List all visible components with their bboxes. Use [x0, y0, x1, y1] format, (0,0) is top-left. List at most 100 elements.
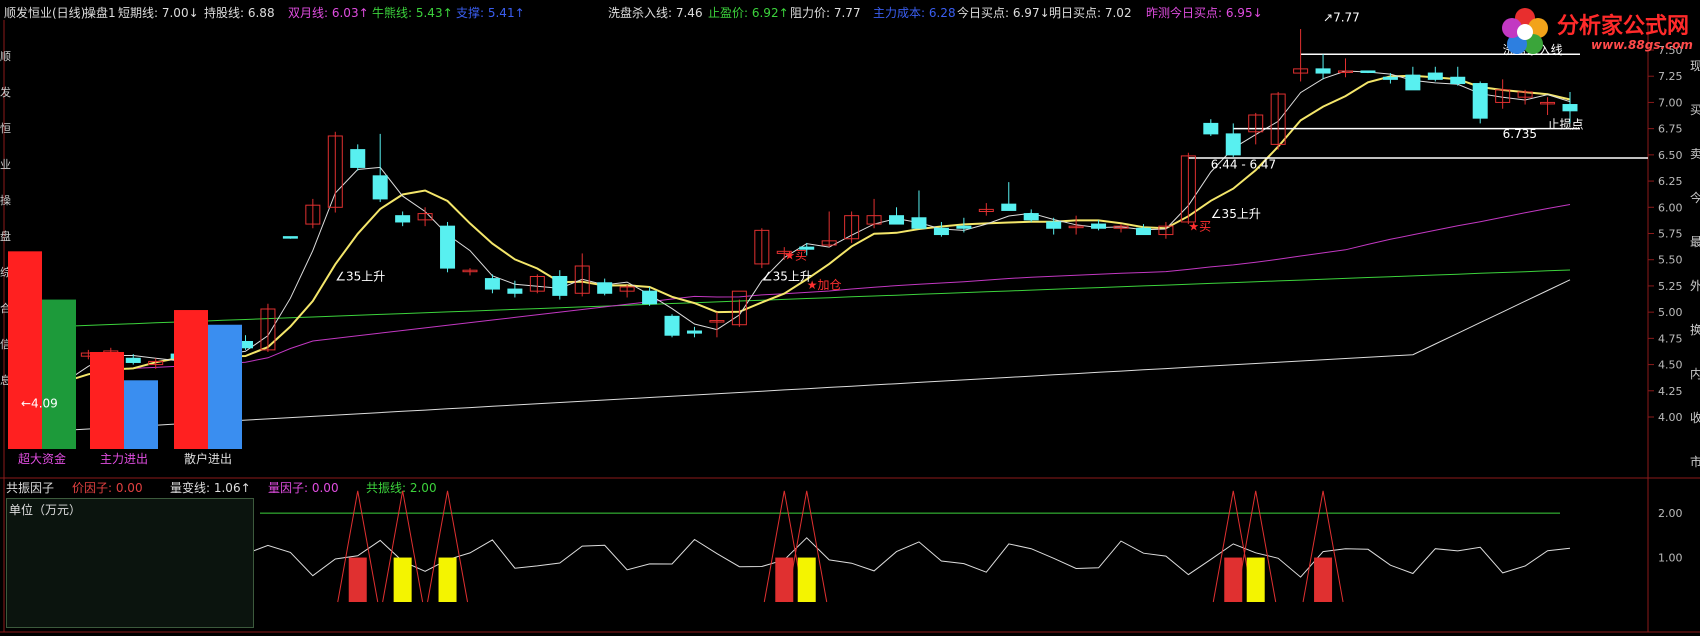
- chart-annotation: ∠35上升: [335, 270, 385, 284]
- flower-logo-icon: [1502, 8, 1548, 54]
- y-tick-label: 5.25: [1658, 280, 1683, 293]
- signal-bar: [1246, 557, 1265, 602]
- candle: [282, 236, 298, 239]
- left-info-label: 盘: [0, 229, 11, 243]
- left-info-label: 发: [0, 85, 11, 99]
- candle: [440, 225, 456, 269]
- header-item: 明日买点: 7.02: [1049, 6, 1132, 20]
- y-tick-label: 4.50: [1658, 359, 1683, 372]
- y-tick-label: 6.75: [1658, 123, 1683, 136]
- candle: [1427, 72, 1443, 80]
- header-item: 洗盘杀入线: 7.46: [608, 6, 703, 20]
- sub-y-tick-label: 1.00: [1658, 552, 1683, 565]
- candle: [1046, 221, 1062, 229]
- sub-legend-item: 价因子: 0.00: [72, 481, 143, 495]
- sub-title: 共振因子: [6, 481, 54, 495]
- candle: [664, 315, 680, 336]
- site-logo: 分析家公式网 www.88gs.com: [1495, 2, 1700, 62]
- signal-bar: [348, 557, 367, 602]
- logo-url: www.88gs.com: [1591, 38, 1693, 52]
- candle: [1023, 213, 1039, 221]
- right-info-label: 今: [1690, 190, 1700, 205]
- chart-annotation: ∠35上升: [1211, 207, 1261, 221]
- y-tick-label: 7.25: [1658, 70, 1683, 83]
- sub-legend-item: 共振线: 2.00: [366, 481, 437, 495]
- funds-bar: [42, 299, 76, 449]
- right-info-label: 内: [1690, 367, 1700, 381]
- candle: [1450, 76, 1466, 85]
- candle: [1135, 227, 1151, 236]
- sub-legend-item: 量变线: 1.06↑: [170, 480, 251, 495]
- chart-annotation: ←4.09: [21, 397, 58, 411]
- candle: [1225, 133, 1241, 156]
- left-info-label: 顺: [0, 50, 11, 63]
- ma-yellow-line: [20, 74, 1571, 400]
- candle: [1001, 203, 1017, 211]
- candle: [1472, 83, 1488, 119]
- chart-annotation: ★买: [784, 249, 807, 263]
- funds-bar: [124, 380, 158, 449]
- y-tick-label: 4.75: [1658, 332, 1683, 345]
- y-tick-label: 7.00: [1658, 96, 1683, 109]
- candle: [956, 225, 972, 229]
- ma-white-line: [20, 70, 1571, 399]
- funds-bar-label: 主力进出: [100, 452, 148, 466]
- chart-annotation: 止损点: [1548, 118, 1584, 132]
- funds-bar: [208, 324, 242, 449]
- candle: [911, 217, 927, 229]
- y-tick-label: 6.50: [1658, 149, 1683, 162]
- header-item: 今日买点: 6.97↓: [957, 6, 1050, 20]
- y-tick-label: 5.75: [1658, 228, 1683, 241]
- right-info-label: 最: [1690, 235, 1700, 249]
- signal-bar: [438, 557, 457, 602]
- candle: [1091, 223, 1107, 229]
- signal-bar: [393, 557, 412, 602]
- signal-bar: [1314, 557, 1333, 602]
- candle: [552, 275, 568, 296]
- candle: [1203, 122, 1219, 135]
- y-tick-label: 5.00: [1658, 306, 1683, 319]
- logo-title: 分析家公式网: [1557, 14, 1690, 39]
- funds-bar-label: 散户进出: [184, 451, 232, 466]
- candle: [395, 215, 411, 223]
- ma-purple-line: [20, 204, 1571, 399]
- right-info-label: 外: [1690, 279, 1700, 293]
- left-info-label: 业: [0, 158, 11, 171]
- header-item: 牛熊线: 5.43↑: [372, 6, 453, 20]
- y-tick-label: 6.00: [1658, 201, 1683, 214]
- header-item: 短期线: 7.00↓: [118, 6, 199, 20]
- candle: [350, 149, 366, 168]
- header-item: 昨测今日买点: 6.95↓: [1146, 6, 1263, 20]
- header-item: 主力成本: 6.28: [873, 6, 956, 20]
- signal-bar: [797, 557, 816, 602]
- y-tick-label: 6.25: [1658, 175, 1683, 188]
- chart-annotation: ★买: [1188, 219, 1211, 233]
- left-info-label: 恒: [0, 122, 11, 135]
- candle: [507, 288, 523, 294]
- candle: [1315, 68, 1331, 74]
- candle: [1405, 74, 1421, 91]
- chart-annotation: 6.44 - 6.47: [1211, 157, 1276, 171]
- stock-chart: 7.507.257.006.756.506.256.005.755.505.25…: [0, 11, 1700, 633]
- header-item: 操盘1: [84, 6, 116, 20]
- candle: [1360, 70, 1376, 73]
- candle: [372, 175, 388, 200]
- header-item: 阻力价: 7.77: [790, 6, 861, 20]
- funds-bar-label: 超大资金: [18, 451, 66, 466]
- header-item: 支撑: 5.41↑: [456, 6, 525, 20]
- header-item: 顺发恒业(日线): [4, 6, 86, 20]
- unit-title: 单位（万元）: [9, 503, 82, 517]
- header-item: 止盈价: 6.92↑: [708, 6, 789, 20]
- right-info-label: 卖: [1690, 147, 1700, 161]
- candle: [484, 278, 500, 290]
- chart-annotation: ↗7.77: [1323, 11, 1360, 25]
- chart-annotation: ∠35上升: [762, 270, 812, 284]
- funds-bar: [90, 351, 124, 449]
- y-tick-label: 4.00: [1658, 411, 1683, 424]
- header-item: 双月线: 6.03↑: [288, 6, 369, 20]
- candle: [597, 282, 613, 294]
- right-info-label: 收: [1690, 411, 1700, 425]
- left-info-label: 操: [0, 193, 11, 207]
- funds-bar: [8, 251, 42, 449]
- candle: [1382, 76, 1398, 80]
